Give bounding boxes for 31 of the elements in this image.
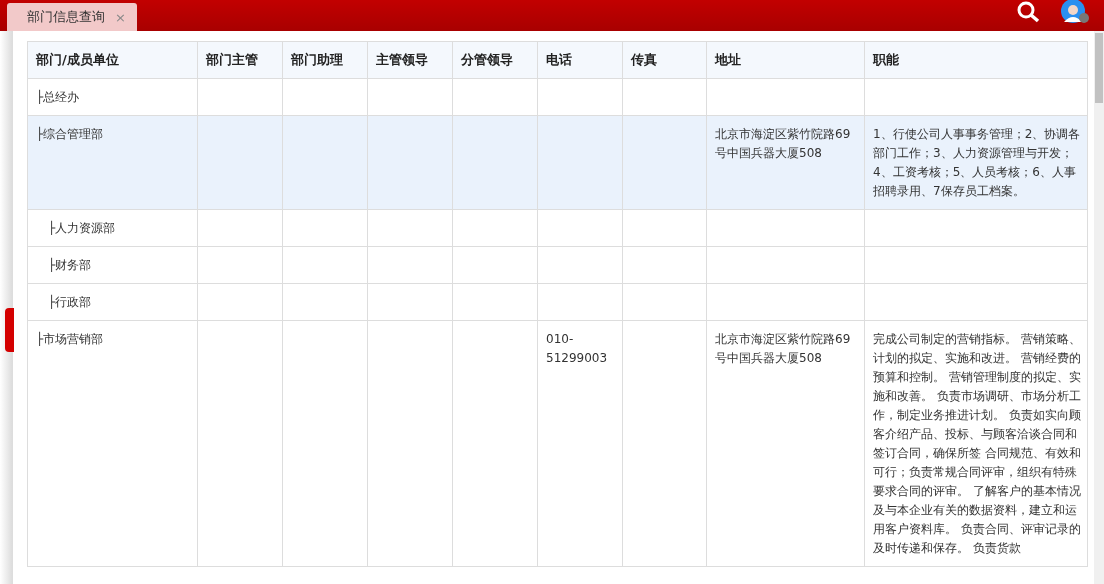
department-name: ├财务部 [48,258,92,272]
table-cell: 010-51299003 [546,332,608,365]
table-row[interactable]: ├综合管理部 北京市海淀区紫竹院路69号中国兵器大厦508 1、行使公司人事事务管理；2、协调各部门工作；3、人力资源管理与开发；4、工资考核；5、人员考核；6、人事招聘录用、7保存员工档案。 [27,115,1088,210]
column-header: 部门主管 [197,41,283,79]
column-header: 电话 [537,41,623,79]
department-name: ├人力资源部 [48,221,116,235]
table-row[interactable]: ├人力资源部 [27,209,1088,247]
collapse-handle[interactable] [5,308,14,352]
column-header: 传真 [622,41,707,79]
table-cell: 完成公司制定的营销指标。 营销策略、计划的拟定、实施和改进。 营销经费的预算和控制。 营销管理制度的拟定、实施和改善。 负责市场调研、市场分析工作，制定业务推进计划。 负责如实向顾客介绍产品、投标、与顾客洽谈合同和签订合同，确保所签 合同规范、有效和可行；负责常规合同评审，组织有特殊要求合同的评审。 了解客户的基本情况及与本企业有关的数据资料，建立和运用客户资料库。 负责合同、评审记录的及时传递和保存。 负责货款 [873,332,1081,555]
table-cell: 1、行使公司人事事务管理；2、协调各部门工作；3、人力资源管理与开发；4、工资考核；5、人员考核；6、人事招聘录用、7保存员工档案。 [873,127,1081,198]
table-row[interactable]: ├财务部 [27,246,1088,284]
column-header: 部门助理 [282,41,368,79]
avatar-icon[interactable] [1060,0,1090,24]
table-row[interactable]: ├行政部 [27,283,1088,321]
table-row[interactable]: ├总经办 [27,78,1088,116]
tab[interactable]: 部门信息查询 × [7,3,137,31]
department-name: ├总经办 [36,90,80,104]
table-row[interactable] [27,320,1088,567]
table-cell: 北京市海淀区紫竹院路69号中国兵器大厦508 [715,332,851,365]
column-header: 地址 [706,41,865,79]
column-header: 部门/成员单位 [27,41,198,79]
department-name: ├市场营销部 [36,332,104,346]
column-header: 职能 [864,41,1088,79]
scrollbar[interactable] [1094,31,1104,584]
search-icon[interactable] [1016,1,1042,23]
column-header: 主管领导 [367,41,453,79]
column-header: 分管领导 [452,41,538,79]
department-name: ├行政部 [48,295,92,309]
department-name: ├综合管理部 [36,127,104,141]
table-cell: 北京市海淀区紫竹院路69号中国兵器大厦508 [715,127,851,160]
